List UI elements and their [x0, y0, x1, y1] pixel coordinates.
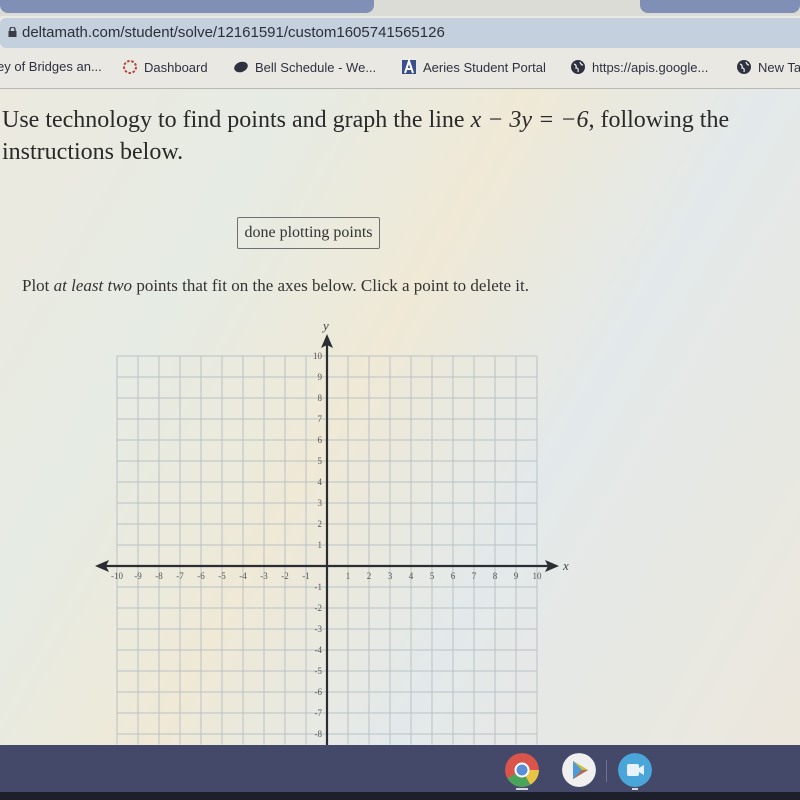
- active-app-indicator: [632, 788, 638, 790]
- x-tick-label: 1: [346, 571, 351, 581]
- y-tick-label: 10: [313, 351, 323, 361]
- x-tick-label: -4: [239, 571, 247, 581]
- x-tick-label: -8: [155, 571, 163, 581]
- x-tick-label: -5: [218, 571, 226, 581]
- x-tick-label: 7: [472, 571, 477, 581]
- y-tick-label: -2: [315, 603, 323, 613]
- x-tick-label: 10: [533, 571, 543, 581]
- y-tick-label: 6: [318, 435, 323, 445]
- y-tick-label: -8: [315, 729, 323, 739]
- x-tick-label: 8: [493, 571, 498, 581]
- shelf-separator: [606, 760, 607, 782]
- x-tick-label: 3: [388, 571, 393, 581]
- y-tick-label: -6: [315, 687, 323, 697]
- x-tick-label: 4: [409, 571, 414, 581]
- y-tick-label: -3: [315, 624, 323, 634]
- chrome-icon[interactable]: [505, 753, 539, 787]
- x-tick-label: 2: [367, 571, 372, 581]
- x-tick-label: -1: [302, 571, 310, 581]
- y-tick-label: 3: [318, 498, 323, 508]
- y-axis-label: y: [321, 318, 329, 333]
- y-tick-label: 4: [318, 477, 323, 487]
- y-tick-label: -1: [315, 582, 323, 592]
- x-tick-label: -6: [197, 571, 205, 581]
- x-tick-label: -3: [260, 571, 268, 581]
- y-tick-label: 2: [318, 519, 323, 529]
- shelf-bottom-edge: [0, 792, 800, 800]
- active-app-indicator: [516, 788, 528, 790]
- video-camera-icon[interactable]: [618, 753, 652, 787]
- y-tick-label: 8: [318, 393, 323, 403]
- x-tick-label: -7: [176, 571, 184, 581]
- y-tick-label: -7: [315, 708, 323, 718]
- coordinate-plane[interactable]: x y -10 -9 -8 -7 -6 -5 -4 -3 -2 -1 1 2 3 4 5 6 7 8 9 10 10 9 8 7 6…: [0, 0, 800, 745]
- x-tick-label: -9: [134, 571, 142, 581]
- y-tick-label: -4: [315, 645, 323, 655]
- x-tick-label: -2: [281, 571, 289, 581]
- x-tick-label: 9: [514, 571, 519, 581]
- x-tick-label: -10: [111, 571, 123, 581]
- y-tick-label: 7: [318, 414, 323, 424]
- x-axis-label: x: [562, 558, 569, 573]
- y-tick-label: -5: [315, 666, 323, 676]
- y-tick-label: 1: [318, 540, 323, 550]
- y-tick-label: 9: [318, 372, 323, 382]
- play-store-icon[interactable]: [562, 753, 596, 787]
- x-tick-label: 5: [430, 571, 435, 581]
- x-tick-label: 6: [451, 571, 456, 581]
- y-tick-label: 5: [318, 456, 323, 466]
